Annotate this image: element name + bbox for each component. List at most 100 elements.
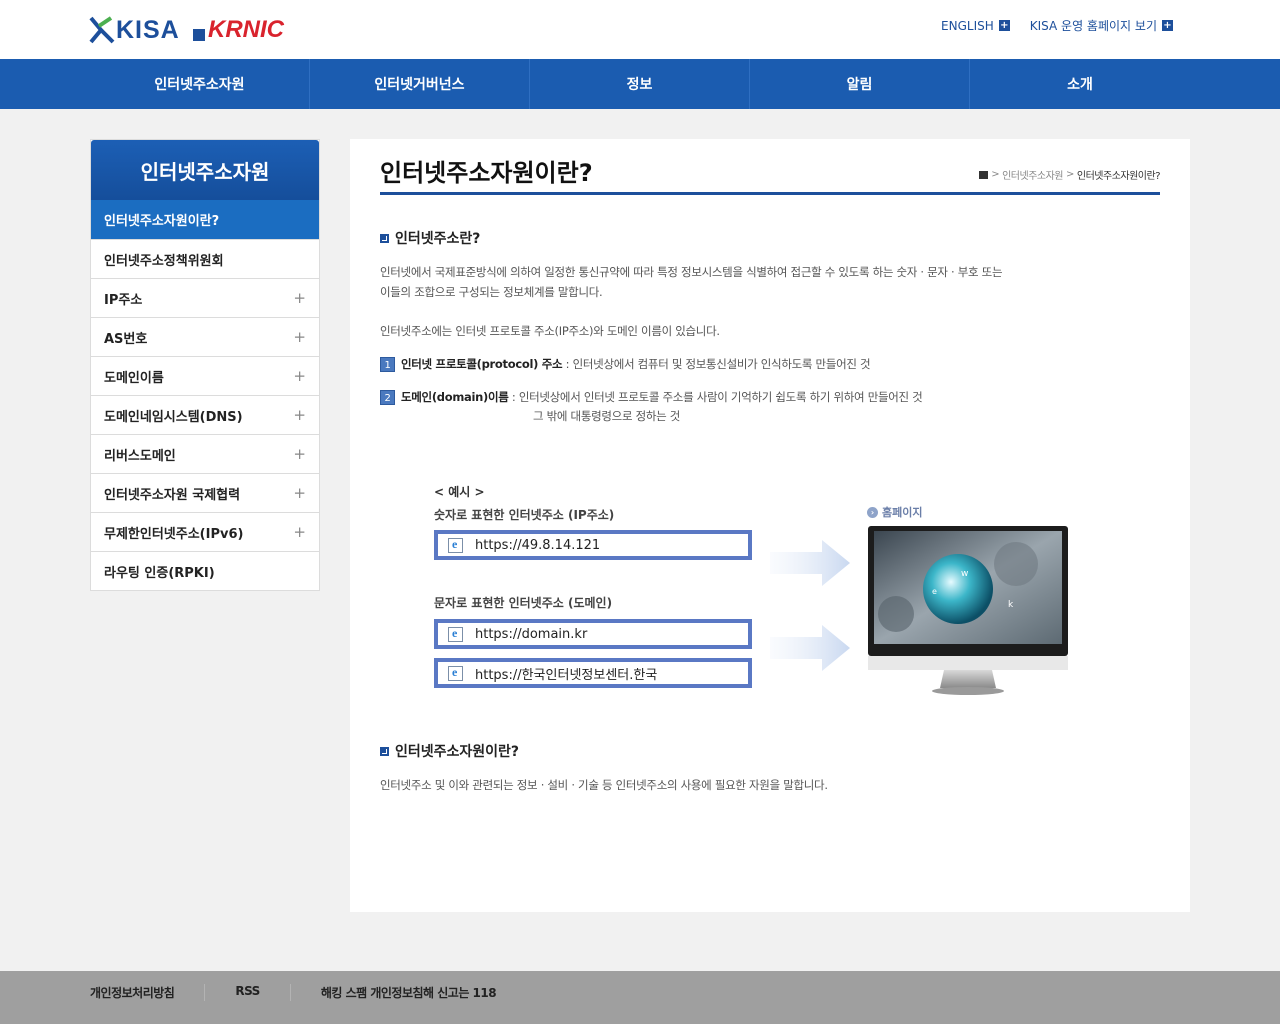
item-ip-address: 1 인터넷 프로토콜(protocol) 주소 : 인터넷상에서 컴퓨터 및 정…: [380, 355, 871, 374]
breadcrumb-item[interactable]: 인터넷주소자원: [1002, 167, 1063, 182]
domain-address-title: 문자로 표현한 인터넷주소 (도메인): [434, 596, 613, 610]
browser-page-icon: [448, 665, 463, 681]
svg-text:k: k: [1008, 600, 1014, 610]
side-menu-item-domain[interactable]: 도메인이름 +: [91, 356, 319, 395]
numeric-url: https://49.8.14.121: [475, 537, 601, 553]
korean-domain-url-box: https://한국인터넷정보센터.한국: [434, 658, 752, 688]
plus-icon: +: [293, 484, 306, 502]
side-menu-item-label: 인터넷주소자원 국제협력: [104, 487, 241, 503]
numeric-url-box: https://49.8.14.121: [434, 530, 752, 560]
side-menu-item-ip[interactable]: IP주소 +: [91, 278, 319, 317]
gnb-item-notice[interactable]: 알림: [750, 59, 970, 109]
side-menu-item-label: 인터넷주소자원이란?: [104, 214, 220, 229]
breadcrumb-sep: >: [1066, 169, 1074, 180]
home-icon[interactable]: [979, 170, 989, 179]
plus-square-icon: +: [998, 20, 1010, 31]
side-menu-item-reverse-domain[interactable]: 리버스도메인 +: [91, 434, 319, 473]
english-link-label: ENGLISH: [941, 18, 994, 33]
section-heading-resource: 인터넷주소자원이란?: [380, 741, 519, 761]
korean-domain-url: https://한국인터넷정보센터.한국: [475, 667, 658, 683]
side-menu-item-label: AS번호: [104, 331, 148, 347]
plus-icon: +: [293, 406, 306, 424]
number-badge: 1: [380, 357, 395, 372]
footer-links: 개인정보처리방침 RSS 해킹 스팸 개인정보침해 신고는 118: [90, 984, 556, 1001]
breadcrumb: > 인터넷주소자원 > 인터넷주소자원이란?: [979, 167, 1161, 182]
side-menu-item-label: IP주소: [104, 292, 143, 308]
svg-text:e: e: [932, 587, 937, 596]
kisa-logo-mark-icon: [89, 16, 115, 44]
krnic-logo[interactable]: KRNIC: [193, 16, 284, 44]
section-heading-text: 인터넷주소자원이란?: [395, 744, 520, 760]
page-title: 인터넷주소자원이란?: [380, 159, 593, 187]
breadcrumb-current: 인터넷주소자원이란?: [1076, 171, 1161, 182]
plus-icon: +: [293, 445, 306, 463]
side-menu-item-intl-cooperation[interactable]: 인터넷주소자원 국제협력 +: [91, 473, 319, 512]
example-label: < 예시 >: [434, 485, 485, 499]
address-definition-line1: 인터넷에서 국제표준방식에 의하여 일정한 통신규약에 따라 특정 정보시스템을…: [380, 265, 1003, 279]
gnb-item-governance[interactable]: 인터넷거버넌스: [310, 59, 530, 109]
side-menu-item-ipv6[interactable]: 무제한인터넷주소(IPv6) +: [91, 512, 319, 551]
krnic-logo-mark-icon: [193, 29, 205, 41]
chevron-right-icon: ›: [867, 506, 878, 518]
side-menu-item-dns[interactable]: 도메인네임시스템(DNS) +: [91, 395, 319, 434]
item-desc: : 인터넷상에서 인터넷 프로토콜 주소를 사람이 기억하기 쉽도록 하기 위하…: [508, 390, 923, 404]
side-menu-item-rpki[interactable]: 라우팅 인증(RPKI): [91, 551, 319, 590]
plus-icon: +: [293, 289, 306, 307]
side-menu-item-label: 도메인네임시스템(DNS): [104, 409, 243, 425]
krnic-logo-text: KRNIC: [208, 16, 284, 43]
side-menu-item-label: 라우팅 인증(RPKI): [104, 565, 215, 581]
side-menu-item-label: 도메인이름: [104, 370, 164, 386]
item-desc: : 인터넷상에서 컴퓨터 및 정보통신설비가 인식하도록 만들어진 것: [562, 357, 871, 371]
bullet-icon: [380, 746, 389, 756]
main-content: 인터넷주소자원이란? > 인터넷주소자원 > 인터넷주소자원이란? 인터넷주소란…: [350, 139, 1190, 912]
resource-definition: 인터넷주소 및 이와 관련되는 정보 · 설비 · 기술 등 인터넷주소의 사용…: [380, 778, 828, 792]
homepage-label-text: 홈페이지: [882, 506, 923, 519]
numeric-address-title: 숫자로 표현한 인터넷주소 (IP주소): [434, 508, 615, 522]
section-heading-address: 인터넷주소란?: [380, 228, 480, 248]
kisa-logo-text: KISA: [116, 15, 180, 44]
privacy-policy-link[interactable]: 개인정보처리방침: [90, 984, 206, 1001]
number-badge: 2: [380, 390, 395, 405]
footer: 개인정보처리방침 RSS 해킹 스팸 개인정보침해 신고는 118: [0, 971, 1280, 1024]
title-underline: [380, 192, 1160, 195]
gnb-item-info[interactable]: 정보: [530, 59, 750, 109]
side-menu-title: 인터넷주소자원: [91, 140, 319, 200]
browser-page-icon: [448, 537, 463, 553]
address-definition-line2: 이들의 조합으로 구성되는 정보체계를 말합니다.: [380, 285, 603, 299]
item-domain-name: 2 도메인(domain)이름 : 인터넷상에서 인터넷 프로토콜 주소를 사람…: [380, 388, 923, 426]
address-definition: 인터넷에서 국제표준방식에 의하여 일정한 통신규약에 따라 특정 정보시스템을…: [380, 262, 1003, 302]
section-heading-text: 인터넷주소란?: [395, 231, 481, 247]
svg-text:w: w: [961, 569, 968, 579]
side-menu-item-what-is[interactable]: 인터넷주소자원이란?: [91, 200, 319, 239]
item-desc-continued: 그 밖에 대통령령으로 정하는 것: [533, 409, 681, 423]
arrow-right-icon: [770, 540, 850, 586]
breadcrumb-sep: >: [991, 169, 1000, 180]
side-menu-item-policy-committee[interactable]: 인터넷주소정책위원회: [91, 239, 319, 278]
bullet-icon: [380, 233, 389, 243]
plus-icon: +: [293, 367, 306, 385]
browser-page-icon: [448, 626, 463, 642]
item-term: 도메인(domain)이름: [401, 390, 509, 404]
domain-url: https://domain.kr: [475, 626, 588, 642]
plus-icon: +: [293, 328, 306, 346]
item-term: 인터넷 프로토콜(protocol) 주소: [401, 357, 563, 371]
kisa-homepage-link-label: KISA 운영 홈페이지 보기: [1029, 19, 1157, 33]
english-link[interactable]: ENGLISH +: [941, 17, 1010, 34]
side-menu: 인터넷주소자원 인터넷주소자원이란? 인터넷주소정책위원회 IP주소 + AS번…: [90, 139, 320, 591]
kisa-homepage-link[interactable]: KISA 운영 홈페이지 보기 +: [1030, 17, 1173, 34]
side-menu-item-label: 리버스도메인: [104, 448, 176, 464]
gnb-item-about[interactable]: 소개: [970, 59, 1190, 109]
side-menu-item-label: 인터넷주소정책위원회: [104, 253, 224, 269]
report-118-link[interactable]: 해킹 스팸 개인정보침해 신고는 118: [321, 984, 526, 1001]
top-links: ENGLISH + KISA 운영 홈페이지 보기 +: [941, 17, 1173, 34]
address-types: 인터넷주소에는 인터넷 프로토콜 주소(IP주소)와 도메인 이름이 있습니다.: [380, 324, 720, 338]
domain-url-box: https://domain.kr: [434, 619, 752, 649]
plus-square-icon: +: [1162, 20, 1173, 31]
side-menu-item-as[interactable]: AS번호 +: [91, 317, 319, 356]
kisa-logo[interactable]: KISA: [89, 16, 180, 44]
rss-link[interactable]: RSS: [235, 984, 291, 1001]
top-header: KISA KRNIC ENGLISH + KISA 운영 홈페이지 보기 +: [0, 0, 1280, 59]
main-navigation: 인터넷주소자원 인터넷거버넌스 정보 알림 소개: [0, 59, 1280, 109]
gnb-item-internet-address[interactable]: 인터넷주소자원: [90, 59, 310, 109]
plus-icon: +: [293, 523, 306, 541]
